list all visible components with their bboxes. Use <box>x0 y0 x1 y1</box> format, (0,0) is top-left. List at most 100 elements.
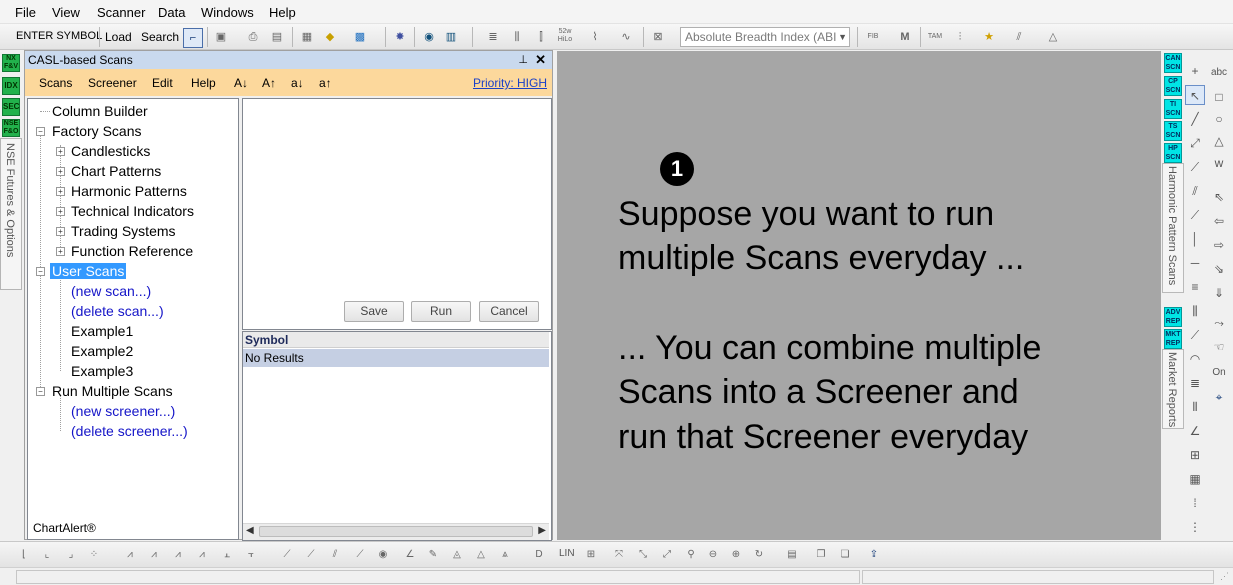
channel-icon[interactable]: ⫽ <box>1185 181 1205 201</box>
globe-icon[interactable]: ◉ <box>420 28 438 46</box>
arrow-left-up-icon[interactable]: ⇖ <box>1209 187 1229 207</box>
elliott-wave-icon[interactable]: ᴡ <box>1209 153 1229 173</box>
panel-menu-edit[interactable]: Edit <box>152 76 173 90</box>
vertical-line-icon[interactable]: │ <box>1185 229 1205 249</box>
indicator-icon[interactable]: ▩ <box>351 28 369 46</box>
zoom-in-icon[interactable]: ⊕ <box>727 546 745 564</box>
idx-button[interactable]: IDX <box>2 77 20 95</box>
print-preview-icon[interactable]: ▤ <box>268 28 286 46</box>
level-icon[interactable]: ⫠ <box>218 546 236 564</box>
tree-delete-screener[interactable]: (delete screener...) <box>71 423 188 439</box>
tree-factory-scans[interactable]: Factory Scans <box>52 123 141 139</box>
symbol-column-header[interactable]: Symbol <box>243 332 549 348</box>
speed-lines-icon[interactable]: ≡ <box>1185 277 1205 297</box>
tree-example3[interactable]: Example3 <box>71 363 133 379</box>
sort-lower-asc-button[interactable]: a↑ <box>319 76 332 90</box>
wave-123-icon[interactable]: ⌞ <box>38 546 56 564</box>
trendline-icon-2[interactable]: ⟋ <box>302 546 320 564</box>
crosshair-icon[interactable]: + <box>1185 61 1205 81</box>
copy-icon[interactable]: ❐ <box>812 546 830 564</box>
pivot-icon[interactable]: M <box>896 28 914 46</box>
adv-rep-button[interactable]: ADV REP <box>1164 307 1182 327</box>
ts-scn-button[interactable]: TS SCN <box>1164 121 1182 141</box>
grid-toggle-icon[interactable]: ⊞ <box>582 546 600 564</box>
print-icon[interactable]: ⎙ <box>244 28 262 46</box>
results-row[interactable]: No Results <box>243 349 549 367</box>
horizontal-line-icon[interactable]: ─ <box>1185 253 1205 273</box>
sort-az-desc-button[interactable]: A↓ <box>234 76 248 90</box>
ellipse-icon[interactable]: ○ <box>1209 109 1229 129</box>
panel-menu-help[interactable]: Help <box>191 76 216 90</box>
list-icon[interactable]: ≣ <box>484 28 502 46</box>
zoom-fit-icon[interactable]: ⤧ <box>610 546 628 564</box>
wave-ratio-icon[interactable]: ⁘ <box>85 546 103 564</box>
candles-icon[interactable]: ⫿ <box>532 28 550 46</box>
scroll-left-icon[interactable]: ◀ <box>246 525 254 536</box>
arc-icon[interactable]: ◠ <box>1185 349 1205 369</box>
cycle-icon[interactable]: ⦀ <box>1185 397 1205 417</box>
tree-harmonic-patterns[interactable]: Harmonic Patterns <box>71 183 187 199</box>
grid-icon[interactable]: ⊞ <box>1185 445 1205 465</box>
tree-new-scan[interactable]: (new scan...) <box>71 283 151 299</box>
magnify-icon[interactable]: ⚲ <box>682 546 700 564</box>
hilo-52w-icon[interactable]: 52w HiLo <box>556 28 574 46</box>
harmonic-icon-1[interactable]: ⩘ <box>121 546 139 564</box>
zoom-out-icon[interactable]: ⊖ <box>704 546 722 564</box>
harmonic-icon-2[interactable]: ⩘ <box>145 546 163 564</box>
collapse-icon[interactable]: − <box>36 127 45 136</box>
notes-icon[interactable]: ▤ <box>783 546 801 564</box>
tree-example2[interactable]: Example2 <box>71 343 133 359</box>
triangle-icon[interactable]: △ <box>1044 28 1062 46</box>
expand-icon[interactable]: + <box>56 247 65 256</box>
star-icon[interactable]: ★ <box>980 28 998 46</box>
data-icon[interactable]: ▦ <box>298 28 316 46</box>
harmonic-icon-4[interactable]: ⩘ <box>193 546 211 564</box>
window-icon[interactable]: ▥ <box>442 28 460 46</box>
fibonacci-icon[interactable]: ≣ <box>1185 373 1205 393</box>
triangle-icon[interactable]: △ <box>1209 131 1229 151</box>
scan-icon[interactable]: ✸ <box>391 28 409 46</box>
mkt-rep-button[interactable]: MKT REP <box>1164 329 1182 349</box>
signal-icon[interactable]: ◆ <box>321 28 339 46</box>
tree-delete-scan[interactable]: (delete scan...) <box>71 303 164 319</box>
save-button[interactable]: Save <box>344 301 404 322</box>
expand-icon[interactable]: + <box>56 167 65 176</box>
sec-button[interactable]: SEC <box>2 98 20 116</box>
line-icon[interactable]: ╱ <box>1185 109 1205 129</box>
menu-help[interactable]: Help <box>269 5 296 20</box>
trendline-icon-4[interactable]: ⟋ <box>351 546 369 564</box>
arrow-left-icon[interactable]: ⇦ <box>1209 211 1229 231</box>
menu-windows[interactable]: Windows <box>201 5 254 20</box>
tree-chart-patterns[interactable]: Chart Patterns <box>71 163 161 179</box>
arrow-right-icon[interactable]: ⇨ <box>1209 235 1229 255</box>
tree-run-multiple-scans[interactable]: Run Multiple Scans <box>52 383 173 399</box>
enter-symbol-button[interactable]: ENTER SYMBOL <box>16 30 102 42</box>
refresh-icon[interactable]: ↻ <box>750 546 768 564</box>
hp-scn-button[interactable]: HP SCN <box>1164 143 1182 163</box>
harmonic-pattern-scans-tab[interactable]: Harmonic Pattern Scans <box>1162 163 1184 293</box>
nse-fo-button[interactable]: NSE F&O <box>2 119 20 137</box>
auto-fibo-icon[interactable]: FIB <box>864 28 882 46</box>
rating-icon[interactable]: ✎ <box>424 546 442 564</box>
chart-area[interactable]: 1 Suppose you want to run multiple Scans… <box>557 51 1161 540</box>
search-button[interactable]: Search <box>141 30 179 44</box>
pattern-triangle-icon[interactable]: ◬ <box>448 546 466 564</box>
wave-count-icon[interactable]: ⤳ <box>1209 313 1229 333</box>
tree-new-screener[interactable]: (new screener...) <box>71 403 175 419</box>
tree-column-builder[interactable]: Column Builder <box>52 103 148 119</box>
arrow-down-icon[interactable]: ⇓ <box>1209 283 1229 303</box>
tree-function-reference[interactable]: Function Reference <box>71 243 193 259</box>
run-button[interactable]: Run <box>411 301 471 322</box>
scroll-thumb[interactable] <box>259 526 533 537</box>
collapse-icon[interactable]: − <box>36 267 45 276</box>
moving-average-icon[interactable]: ∿ <box>617 28 635 46</box>
d-icon[interactable]: D <box>530 546 548 564</box>
cancel-button[interactable]: Cancel <box>479 301 539 322</box>
pivot-circle-icon[interactable]: ◉ <box>374 546 392 564</box>
menu-view[interactable]: View <box>52 5 80 20</box>
oscillator-icon[interactable]: ⫶ <box>951 28 969 46</box>
market-reports-tab[interactable]: Market Reports <box>1162 349 1184 429</box>
erase-icon[interactable]: ⌖ <box>1209 387 1229 407</box>
tree-example1[interactable]: Example1 <box>71 323 133 339</box>
hand-icon[interactable]: ☜ <box>1209 337 1229 357</box>
